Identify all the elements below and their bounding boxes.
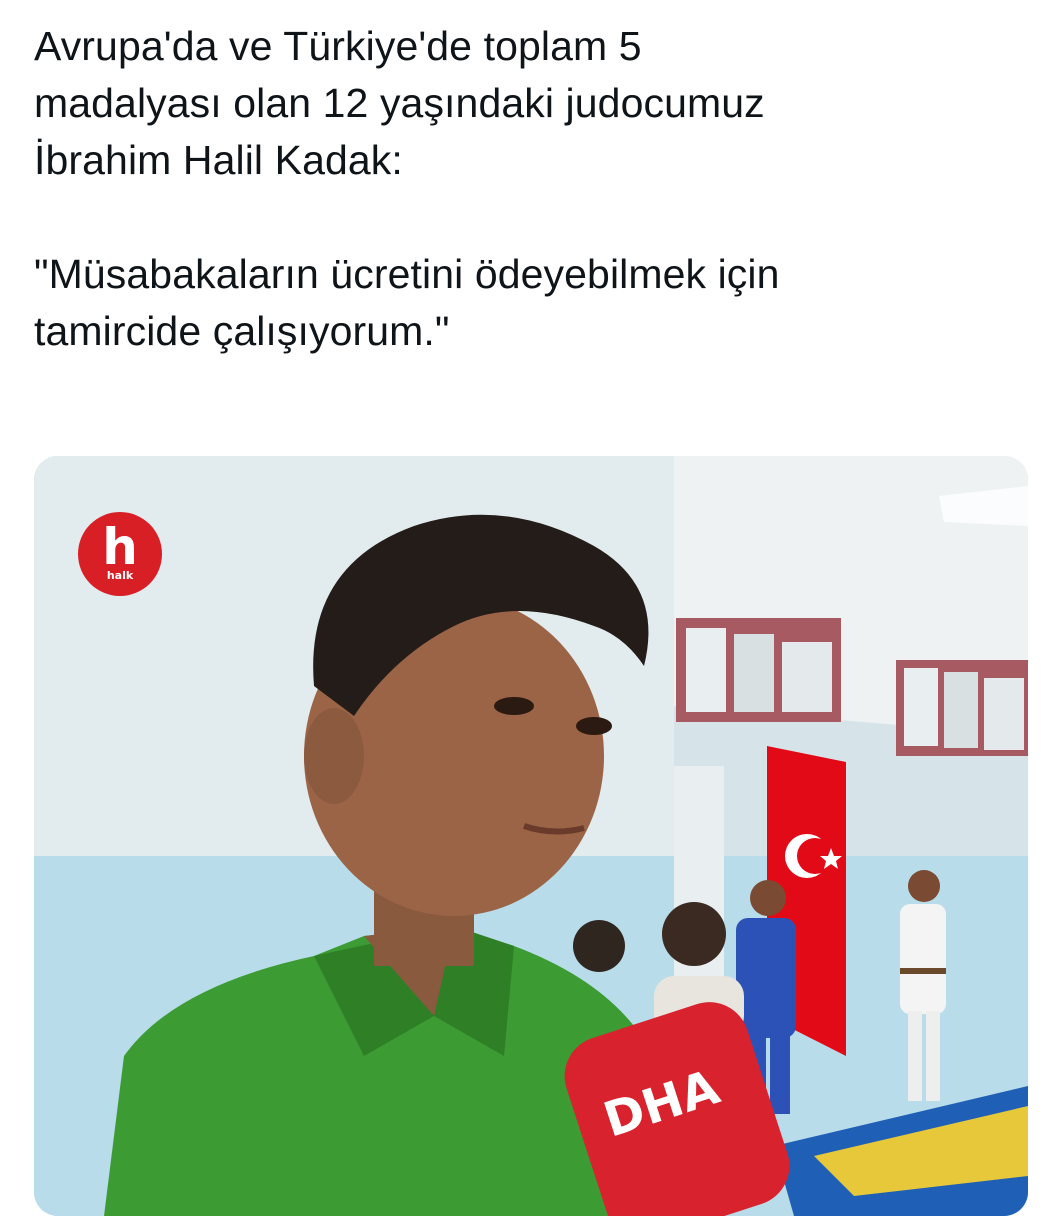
tweet-text: Avrupa'da ve Türkiye'de toplam 5 madalya… <box>34 18 1034 360</box>
tweet-text-line: madalyası olan 12 yaşındaki judocumuz <box>34 80 765 126</box>
tweet-text-line: İbrahim Halil Kadak: <box>34 137 403 183</box>
halk-logo-word: halk <box>106 568 134 582</box>
halk-tv-logo: h halk <box>78 512 162 596</box>
tweet-quote-line: tamircide çalışıyorum." <box>34 308 450 354</box>
window-left <box>676 618 841 722</box>
halk-logo-mark: h <box>102 517 138 576</box>
tweet-quote-line: "Müsabakaların ücretini ödeyebilmek için <box>34 251 780 297</box>
tweet-text-line: Avrupa'da ve Türkiye'de toplam 5 <box>34 23 642 69</box>
tweet-media-image[interactable]: DHA h halk <box>34 456 1028 1216</box>
window-right <box>896 660 1028 756</box>
video-frame: DHA <box>34 456 1028 1216</box>
